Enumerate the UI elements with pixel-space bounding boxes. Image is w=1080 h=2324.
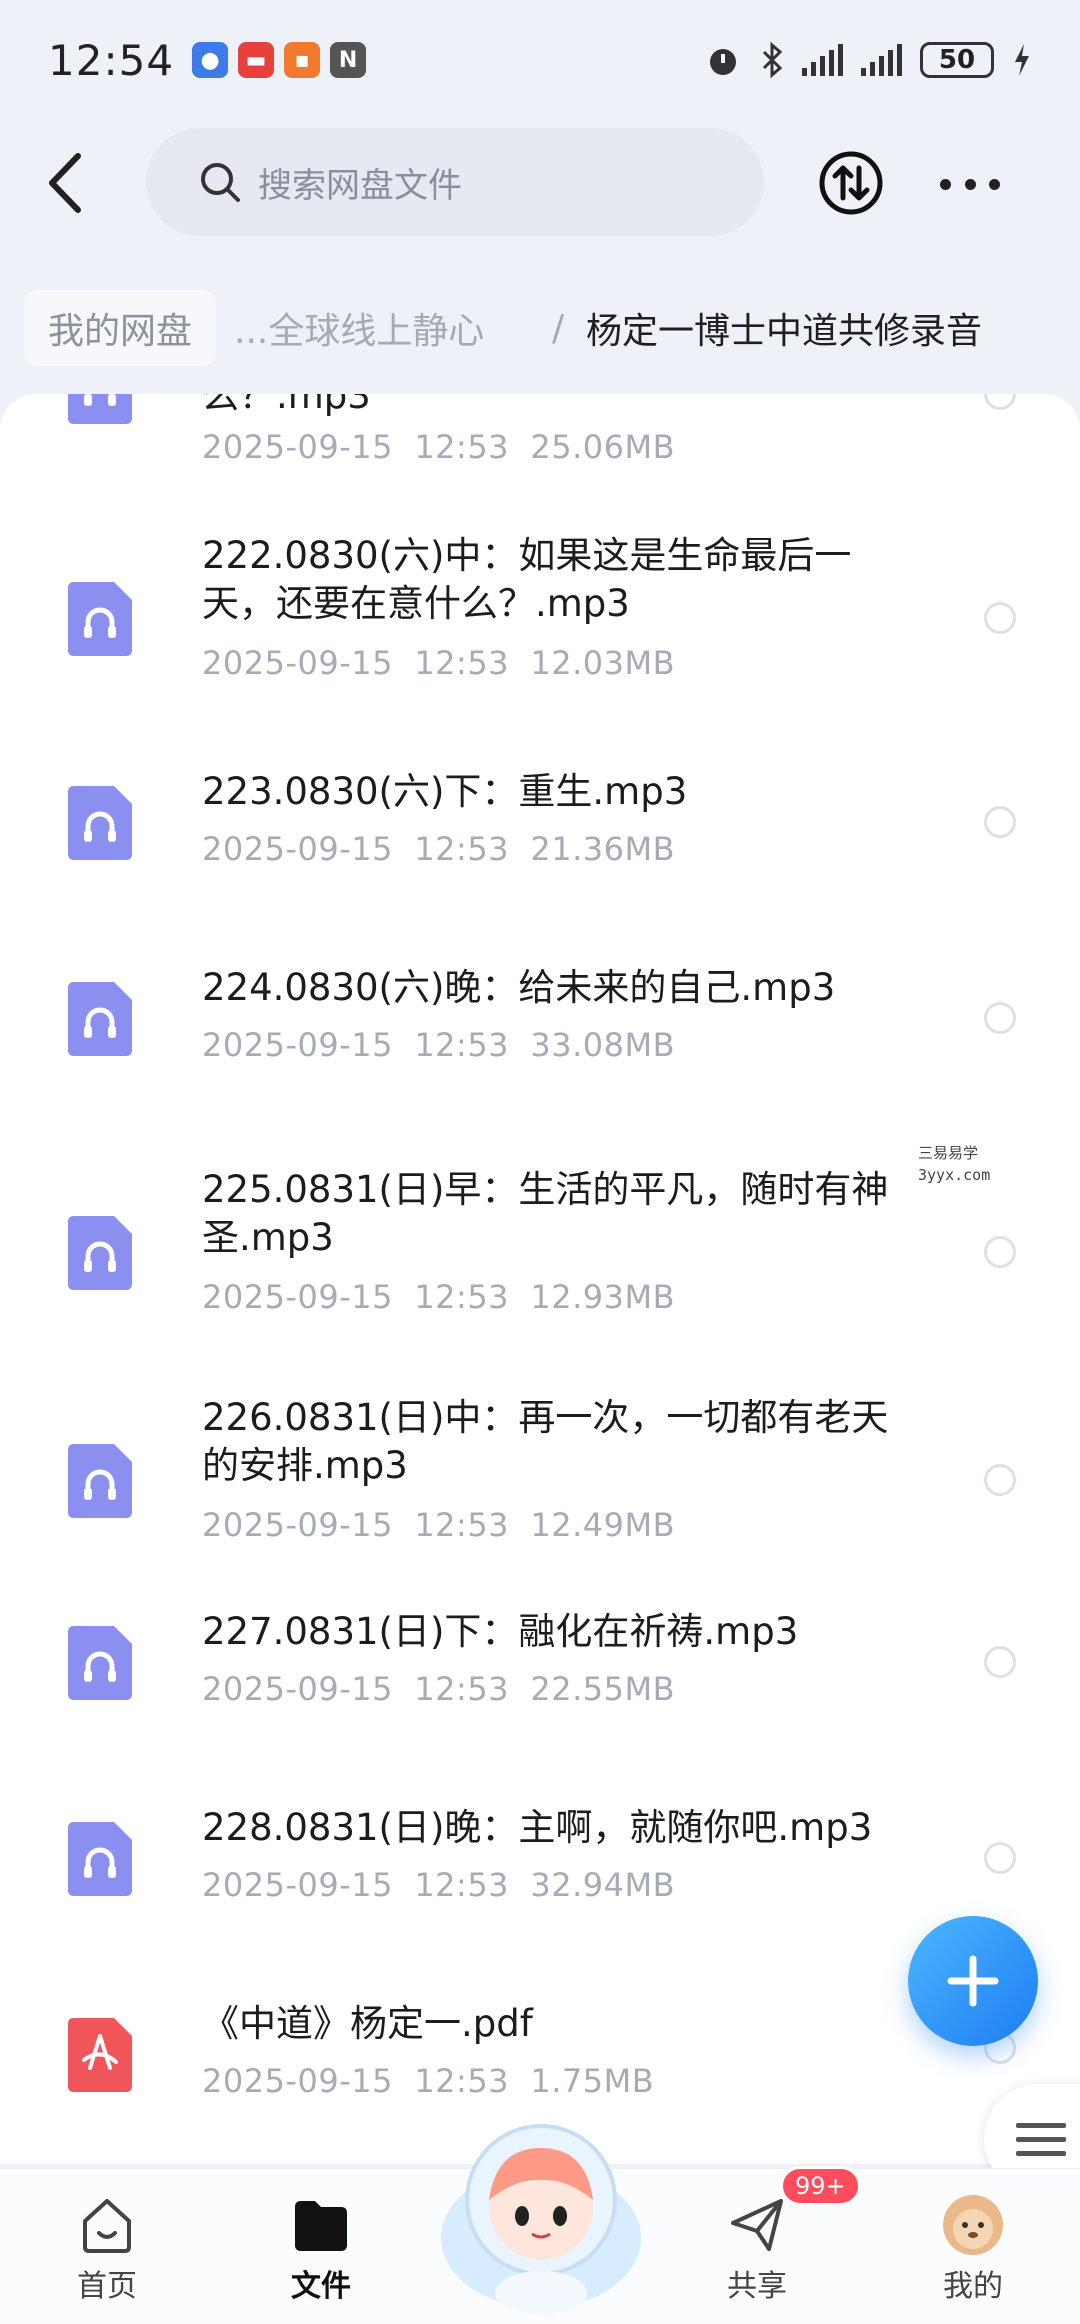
file-row[interactable]: 227.0831(日)下：融化在祈祷.mp3 2025-09-15 12:53 … (0, 1610, 1080, 1754)
file-name: 222.0830(六)中：如果这是生命最后一天，还要在意什么？.mp3 (202, 534, 852, 625)
file-name: 《中道》杨定一.pdf (202, 2002, 533, 2045)
top-bar: 搜索网盘文件 (0, 128, 1080, 238)
file-meta: 2025-09-15 12:53 22.55MB (202, 1670, 676, 1708)
audio-file-icon (68, 582, 132, 656)
nav-mine[interactable]: 我的 (898, 2193, 1048, 2305)
audio-file-icon (68, 982, 132, 1056)
file-name: 227.0831(日)下：融化在祈祷.mp3 (202, 1610, 799, 1653)
file-meta: 2025-09-15 12:53 12.93MB (202, 1278, 676, 1316)
file-meta: 2025-09-15 12:53 1.75MB (202, 2062, 655, 2100)
nav-home-label: 首页 (77, 2269, 137, 2304)
status-bar: 12:54 ● ▬ ▪ N 50 (0, 0, 1080, 120)
paper-plane-icon (731, 2199, 783, 2251)
file-row[interactable]: 224.0830(六)晚：给未来的自己.mp3 2025-09-15 12:53… (0, 966, 1080, 1110)
taobao-icon: ▪ (284, 42, 321, 78)
avatar (943, 2195, 1003, 2255)
mascot-icon[interactable] (436, 2108, 646, 2318)
status-time: 12:54 (48, 35, 175, 85)
audio-file-icon (68, 394, 132, 424)
video-app-icon: ▬ (238, 42, 275, 78)
file-row[interactable]: 228.0831(日)晚：主啊，就随你吧.mp3 2025-09-15 12:5… (0, 1806, 1080, 1950)
battery-indicator: 50 (920, 42, 994, 78)
select-radio[interactable] (984, 1236, 1016, 1268)
status-right: 50 (704, 41, 1032, 79)
search-icon (201, 163, 240, 202)
plus-icon (947, 1955, 999, 2007)
audio-file-icon (68, 1444, 132, 1518)
file-name: 224.0830(六)晚：给未来的自己.mp3 (202, 966, 836, 1009)
file-name: 225.0831(日)早：生活的平凡，随时有神圣.mp3 (202, 1168, 889, 1259)
qq-browser-icon: ● (192, 42, 229, 78)
audio-file-icon (68, 1626, 132, 1700)
file-name: 223.0830(六)下：重生.mp3 (202, 770, 688, 813)
signal-icon (802, 44, 843, 76)
select-radio[interactable] (984, 1002, 1016, 1034)
file-meta: 2025-09-15 12:53 12.03MB (202, 644, 676, 682)
select-radio[interactable] (984, 806, 1016, 838)
breadcrumb-separator: / (552, 307, 565, 349)
more-options-icon[interactable] (940, 164, 1000, 204)
search-placeholder: 搜索网盘文件 (258, 165, 462, 206)
file-row[interactable]: 225.0831(日)早：生活的平凡，随时有神圣.mp3 2025-09-15 … (0, 1166, 1080, 1356)
charging-icon (1015, 44, 1029, 76)
file-name: 226.0831(日)中：再一次，一切都有老天的安排.mp3 (202, 1396, 889, 1487)
pdf-file-icon (68, 2018, 132, 2092)
nav-home[interactable]: 首页 (32, 2193, 182, 2305)
watermark: 三易易学 3yyx.com (918, 1144, 991, 1184)
file-meta: 2025-09-15 12:53 21.36MB (202, 830, 676, 868)
file-row[interactable]: 226.0831(日)中：再一次，一切都有老天的安排.mp3 2025-09-1… (0, 1394, 1080, 1584)
home-icon (83, 2199, 131, 2253)
file-name: 228.0831(日)晚：主啊，就随你吧.mp3 (202, 1806, 873, 1849)
transfer-icon[interactable] (818, 150, 884, 216)
select-radio[interactable] (984, 1464, 1016, 1496)
file-meta: 2025-09-15 12:53 12.49MB (202, 1506, 676, 1544)
nav-share-label: 共享 (727, 2269, 787, 2304)
file-meta: 2025-09-15 12:53 33.08MB (202, 1026, 676, 1064)
file-row[interactable]: 223.0830(六)下：重生.mp3 2025-09-15 12:53 21.… (0, 770, 1080, 914)
nav-files[interactable]: 文件 (246, 2193, 396, 2305)
breadcrumb-root[interactable]: 我的网盘 (24, 290, 217, 366)
breadcrumb-parent[interactable]: ...全球线上静心 (234, 302, 484, 354)
signal-icon-2 (861, 44, 902, 76)
file-row[interactable]: 222.0830(六)中：如果这是生命最后一天，还要在意什么？.mp3 2025… (0, 532, 1080, 722)
select-radio[interactable] (984, 1646, 1016, 1678)
nav-files-label: 文件 (291, 2269, 351, 2304)
file-meta: 2025-09-15 12:53 25.06MB (202, 428, 676, 466)
back-arrow-icon[interactable] (40, 150, 100, 216)
add-button[interactable] (908, 1916, 1038, 2046)
audio-file-icon (68, 786, 132, 860)
folder-icon (295, 2201, 347, 2251)
select-radio[interactable] (984, 1842, 1016, 1874)
audio-file-icon (68, 1216, 132, 1290)
search-input[interactable]: 搜索网盘文件 (146, 128, 764, 236)
nfc-icon: N (330, 42, 367, 78)
breadcrumb: 我的网盘 ...全球线上静心 / 杨定一博士中道共修录音 (0, 288, 1080, 368)
select-radio[interactable] (984, 602, 1016, 634)
nav-share[interactable]: 共享 (682, 2193, 832, 2305)
breadcrumb-current: 杨定一博士中道共修录音 (586, 311, 983, 352)
nav-mine-label: 我的 (943, 2269, 1003, 2304)
file-meta: 2025-09-15 12:53 32.94MB (202, 1866, 676, 1904)
bluetooth-icon (762, 41, 783, 79)
audio-file-icon (68, 1822, 132, 1896)
share-badge: 99+ (780, 2166, 861, 2206)
alarm-icon (710, 49, 736, 75)
file-list: 么？.mp3 2025-09-15 12:53 25.06MB 222.0830… (0, 394, 1080, 2164)
file-row[interactable]: 么？.mp3 2025-09-15 12:53 25.06MB (0, 394, 1080, 494)
notification-icons: ● ▬ ▪ N (192, 42, 367, 78)
select-radio[interactable] (984, 394, 1016, 410)
file-name: 么？.mp3 (202, 394, 371, 417)
